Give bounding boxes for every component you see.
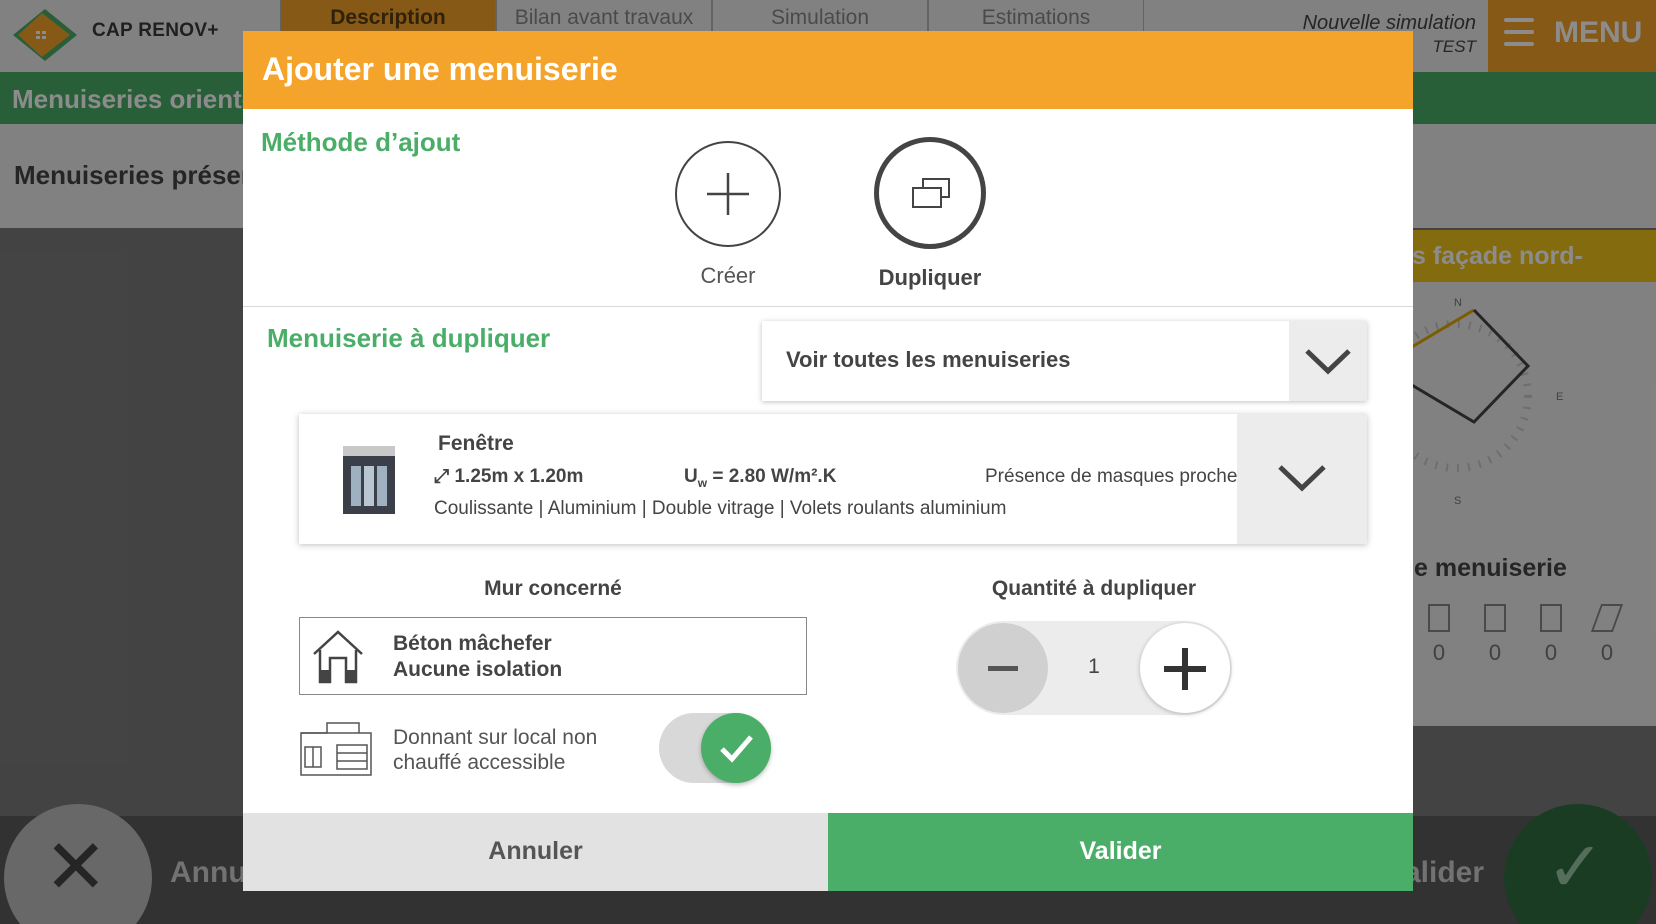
duplicate-method-button[interactable]: Dupliquer xyxy=(865,137,995,291)
dimensions-value: 1.25m x 1.20m xyxy=(454,466,584,487)
joinery-filter-value: Voir toutes les menuiseries xyxy=(786,347,1071,372)
unheated-room-toggle[interactable] xyxy=(659,713,771,783)
wall-selector[interactable]: Béton mâchefer Aucune isolation xyxy=(299,617,807,695)
plus-icon-bar xyxy=(1182,648,1188,690)
quantity-title: Quantité à dupliquer xyxy=(991,577,1197,600)
validate-button[interactable]: Valider xyxy=(828,813,1413,891)
dialog-title: Ajouter une menuiserie xyxy=(243,31,1413,109)
quantity-stepper: 1 xyxy=(956,621,1232,715)
wall-material: Béton mâchefer xyxy=(393,632,552,655)
decrement-button[interactable] xyxy=(958,623,1048,713)
quantity-value: 1 xyxy=(1088,655,1100,678)
resize-icon: ⤢ xyxy=(434,466,450,487)
plus-icon xyxy=(675,141,781,247)
sliding-window-icon xyxy=(343,446,395,514)
duplicate-method-label: Dupliquer xyxy=(878,265,982,290)
duplicate-icon xyxy=(874,137,986,249)
unheated-room-line2: chauffé accessible xyxy=(393,751,566,774)
unheated-room-line1: Donnant sur local non xyxy=(393,726,598,749)
u-value-number: = 2.80 W/m².K xyxy=(712,466,837,487)
u-value: Uw = 2.80 W/m².K xyxy=(684,466,836,490)
duplicate-source-label: Menuiserie à dupliquer xyxy=(267,323,551,353)
chevron-down-icon xyxy=(1237,414,1367,544)
house-icon xyxy=(313,630,363,684)
joinery-dimensions: ⤢ 1.25m x 1.20m xyxy=(434,466,583,488)
increment-button[interactable] xyxy=(1140,623,1230,713)
minus-icon xyxy=(988,666,1018,671)
checkmark-icon xyxy=(701,713,771,783)
unheated-room-icon xyxy=(300,722,372,776)
add-joinery-dialog: Ajouter une menuiserie Méthode d’ajout C… xyxy=(243,31,1413,891)
joinery-type: Fenêtre xyxy=(438,432,514,455)
cancel-button[interactable]: Annuler xyxy=(243,813,828,891)
masks-info: Présence de masques proches xyxy=(985,466,1247,487)
divider xyxy=(243,306,1413,307)
method-label: Méthode d’ajout xyxy=(261,127,461,157)
create-method-label: Créer xyxy=(700,263,756,288)
joinery-to-duplicate-card[interactable]: Fenêtre ⤢ 1.25m x 1.20m Uw = 2.80 W/m².K… xyxy=(299,414,1367,544)
create-method-button[interactable]: Créer xyxy=(673,141,783,289)
chevron-down-icon xyxy=(1289,321,1367,401)
wall-title: Mur concerné xyxy=(484,577,622,600)
u-label: U xyxy=(684,466,698,487)
joinery-filter-select[interactable]: Voir toutes les menuiseries xyxy=(762,321,1367,401)
u-subscript: w xyxy=(697,475,708,490)
wall-insulation: Aucune isolation xyxy=(393,658,563,681)
unheated-room-label: Donnant sur local non chauffé accessible xyxy=(393,725,597,775)
joinery-specs: Coulissante | Aluminium | Double vitrage… xyxy=(434,498,1007,519)
